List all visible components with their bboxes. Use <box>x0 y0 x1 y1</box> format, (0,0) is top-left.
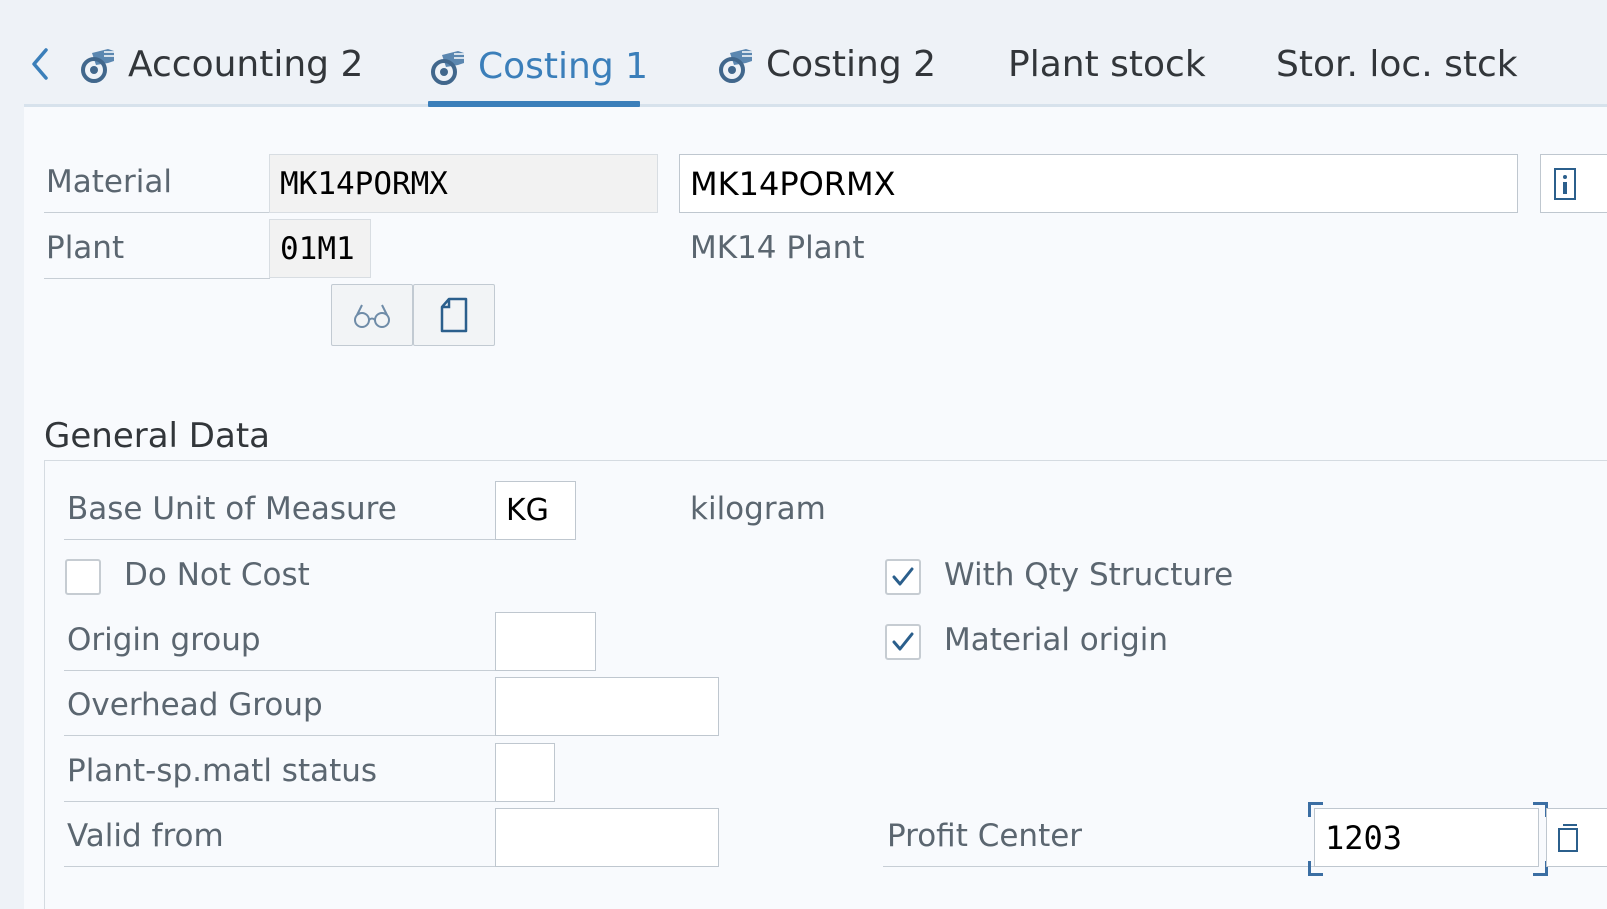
data-gear-icon <box>81 49 114 83</box>
material-number-value: MK14PORMX <box>280 165 448 202</box>
label-underline <box>64 539 496 540</box>
section-title-general-data: General Data <box>44 416 270 456</box>
material-origin-label: Material origin <box>944 622 1169 658</box>
profit-center-field[interactable]: 1203 <box>1314 808 1539 867</box>
tab-label: Costing 2 <box>766 43 937 85</box>
base-uom-text: kilogram <box>690 491 826 527</box>
chevron-left-icon <box>32 48 48 80</box>
base-uom-label: Base Unit of Measure <box>67 491 397 527</box>
do-not-cost-label: Do Not Cost <box>124 557 310 593</box>
checkmark-icon <box>892 632 914 651</box>
document-icon <box>440 297 468 333</box>
tab-label: Accounting 2 <box>128 43 364 85</box>
with-qty-structure-checkbox[interactable] <box>885 559 921 595</box>
glasses-icon <box>354 304 390 328</box>
tab-costing-1[interactable]: Costing 1 <box>428 42 648 90</box>
plant-field[interactable]: 01M1 <box>269 219 371 278</box>
document-button[interactable] <box>413 284 495 346</box>
label-underline <box>64 670 496 671</box>
value-help-icon <box>1558 823 1578 852</box>
label-underline <box>883 866 1315 867</box>
label-underline <box>64 866 496 867</box>
profit-center-value: 1203 <box>1325 818 1403 857</box>
plant-status-field[interactable] <box>495 743 555 802</box>
material-description-value: MK14PORMX <box>690 164 896 203</box>
tab-storage-location-stock[interactable]: Stor. loc. stck <box>1276 40 1518 88</box>
material-origin-checkbox[interactable] <box>885 624 921 660</box>
tab-plant-stock[interactable]: Plant stock <box>1008 40 1206 88</box>
tab-label: Plant stock <box>1008 43 1206 85</box>
plant-label: Plant <box>46 230 125 266</box>
profit-center-label: Profit Center <box>887 818 1083 854</box>
label-underline <box>44 212 270 213</box>
material-label: Material <box>46 164 172 200</box>
focus-corner <box>1308 861 1323 876</box>
info-icon <box>1554 167 1576 200</box>
overhead-group-field[interactable] <box>495 677 719 736</box>
label-underline <box>64 735 496 736</box>
with-qty-structure-label: With Qty Structure <box>944 557 1234 593</box>
valid-from-field[interactable] <box>495 808 719 867</box>
tab-costing-2[interactable]: Costing 2 <box>716 40 936 88</box>
overhead-group-label: Overhead Group <box>67 687 323 723</box>
origin-group-field[interactable] <box>495 612 596 671</box>
tab-bar: Accounting 2 Costing 1 Costing 2 Plant s… <box>0 0 1607 107</box>
data-gear-icon <box>719 49 752 83</box>
display-button[interactable] <box>331 284 413 346</box>
plant-value: 01M1 <box>280 230 355 267</box>
value-help-button[interactable] <box>1546 808 1607 867</box>
material-description-field[interactable]: MK14PORMX <box>679 154 1518 213</box>
plant-status-label: Plant-sp.matl status <box>67 753 378 789</box>
plant-description: MK14 Plant <box>690 230 865 266</box>
origin-group-label: Origin group <box>67 622 261 658</box>
base-uom-value: KG <box>506 493 549 528</box>
back-button[interactable] <box>26 44 58 84</box>
info-button[interactable] <box>1540 154 1607 213</box>
label-underline <box>44 278 270 279</box>
label-underline <box>64 801 496 802</box>
checkmark-icon <box>892 567 914 586</box>
valid-from-label: Valid from <box>67 818 224 854</box>
tab-label: Costing 1 <box>478 45 649 87</box>
do-not-cost-checkbox[interactable] <box>65 559 101 595</box>
tab-accounting-2[interactable]: Accounting 2 <box>78 40 363 88</box>
data-gear-icon <box>431 51 464 85</box>
focus-corner <box>1308 802 1323 817</box>
base-uom-field[interactable]: KG <box>495 481 576 540</box>
material-number-field[interactable]: MK14PORMX <box>269 154 658 213</box>
tab-label: Stor. loc. stck <box>1276 43 1518 85</box>
